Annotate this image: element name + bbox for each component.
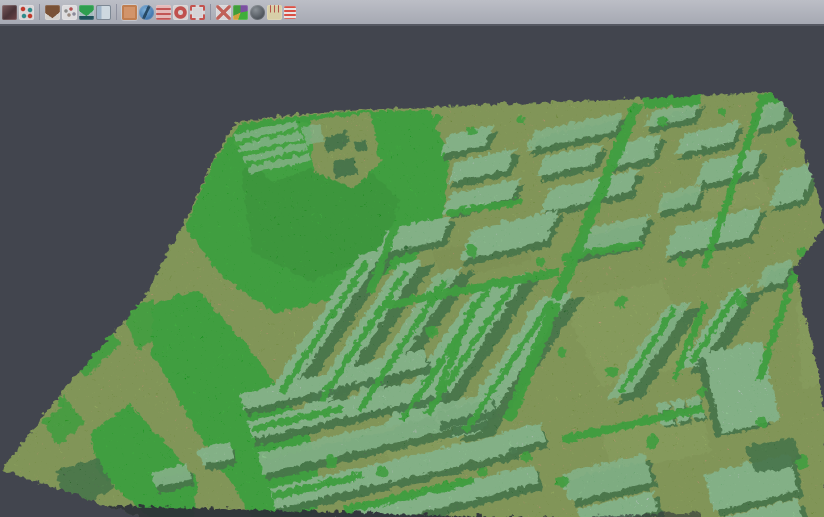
toolbar-separator [116, 4, 117, 20]
texture-icon[interactable] [216, 5, 231, 20]
sphere-icon[interactable] [250, 5, 265, 20]
photos-icon[interactable] [2, 5, 17, 20]
align-icon[interactable] [19, 5, 34, 20]
orthomosaic-icon[interactable] [122, 5, 137, 20]
toolbar-separator [210, 4, 211, 20]
point-cloud-canvas[interactable] [0, 26, 824, 517]
panel-icon[interactable] [96, 5, 111, 20]
crop-icon[interactable] [190, 5, 205, 20]
ruler-icon[interactable] [267, 5, 282, 20]
points-icon[interactable] [62, 5, 77, 20]
toolbar-separator [39, 4, 40, 20]
main-toolbar [0, 0, 824, 26]
mountain-icon[interactable] [45, 5, 60, 20]
stripes-icon[interactable] [284, 6, 296, 19]
globe-icon[interactable] [139, 5, 154, 20]
ring-icon[interactable] [173, 5, 188, 20]
dem-icon[interactable] [79, 5, 94, 20]
rows-icon[interactable] [156, 5, 171, 20]
app-window [0, 0, 824, 517]
viewport-3d[interactable] [0, 26, 824, 517]
classes-icon[interactable] [233, 5, 248, 20]
